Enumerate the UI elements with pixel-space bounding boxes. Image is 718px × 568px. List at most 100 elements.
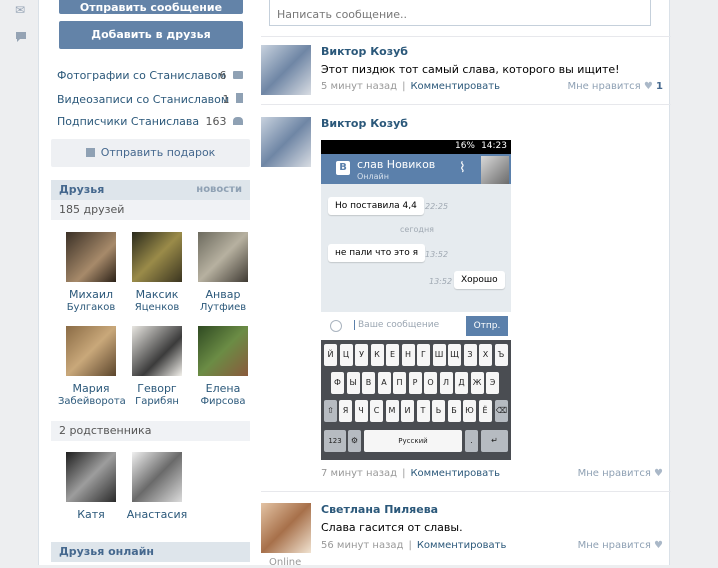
keyboard-key[interactable]: Ф xyxy=(331,372,344,394)
relative-name: Катя xyxy=(77,508,105,521)
wall-post: Виктор Козуб Этот пиздюк тот самый слава… xyxy=(261,45,671,100)
relatives-count[interactable]: 2 родственника xyxy=(51,421,250,441)
keyboard-key[interactable]: Ч xyxy=(354,400,368,422)
friend-card[interactable]: Максик Яценков xyxy=(124,232,190,314)
keyboard-key[interactable]: Д xyxy=(455,372,468,394)
friends-count[interactable]: 185 друзей xyxy=(51,200,250,220)
post-time[interactable]: 7 минут назад xyxy=(321,468,397,479)
keyboard-key[interactable]: Т xyxy=(416,400,430,422)
keyboard-key[interactable]: Ж xyxy=(470,372,484,394)
keyboard-key[interactable]: Я xyxy=(339,400,352,422)
relative-photo[interactable] xyxy=(66,452,116,502)
relative-photo[interactable] xyxy=(132,452,182,502)
keyboard-key[interactable]: Р xyxy=(408,372,422,394)
keyboard-key[interactable]: Щ xyxy=(448,344,461,366)
add-friend-button[interactable]: Добавить в друзья xyxy=(59,21,243,49)
friend-photo[interactable] xyxy=(132,232,182,282)
photos-with-link[interactable]: Фотографии со Станиславом 6 xyxy=(57,69,243,85)
keyboard-key[interactable]: К xyxy=(370,344,384,366)
period-key[interactable]: . xyxy=(465,430,478,452)
chat-icon[interactable] xyxy=(15,31,29,43)
keyboard-key[interactable]: Н xyxy=(401,344,415,366)
keyboard-key[interactable]: Г xyxy=(417,344,430,366)
keyboard-key[interactable]: Л xyxy=(439,372,453,394)
friend-card[interactable]: Анвар Лутфиев xyxy=(190,232,256,314)
post-time[interactable]: 56 минут назад xyxy=(321,540,403,551)
keyboard-key[interactable]: М xyxy=(385,400,399,422)
wall-post: Светлана Пиляева Слава гасится от славы.… xyxy=(261,503,671,563)
post-time[interactable]: 5 минут назад xyxy=(321,81,397,92)
post-author[interactable]: Виктор Козуб xyxy=(321,45,408,58)
send-message-button[interactable]: Отправить сообщение xyxy=(59,0,243,14)
friends-title[interactable]: Друзья xyxy=(59,180,104,200)
keyboard-key[interactable]: Б xyxy=(447,400,461,422)
friend-first-name: Михаил xyxy=(68,288,114,301)
online-friends-title[interactable]: Друзья онлайн xyxy=(59,542,154,562)
friend-photo[interactable] xyxy=(66,232,116,282)
keyboard-key[interactable]: Е xyxy=(386,344,399,366)
relatives-count-text: 2 родственника xyxy=(59,424,152,437)
post-author[interactable]: Светлана Пиляева xyxy=(321,503,438,516)
post-author[interactable]: Виктор Козуб xyxy=(321,117,408,130)
post-avatar[interactable] xyxy=(261,45,311,95)
space-key[interactable]: Русский xyxy=(364,430,462,452)
keyboard-key[interactable]: О xyxy=(424,372,437,394)
relative-card[interactable]: Катя xyxy=(58,452,124,521)
keyboard-key[interactable]: С xyxy=(370,400,383,422)
keyboard-key[interactable]: А xyxy=(377,372,391,394)
like-button[interactable]: Мне нравится ♥ xyxy=(578,540,663,551)
keyboard-key[interactable]: Ь xyxy=(432,400,445,422)
keyboard-key[interactable]: В xyxy=(362,372,375,394)
shift-key[interactable]: ⇧ xyxy=(324,400,337,422)
wall-composer[interactable]: Написать сообщение.. xyxy=(269,0,651,26)
comment-link[interactable]: Комментировать xyxy=(410,81,500,92)
post-meta: 5 минут назад | Комментировать xyxy=(321,81,500,92)
keyboard-key[interactable]: Ё xyxy=(478,400,492,422)
keyboard-key[interactable]: Ю xyxy=(463,400,476,422)
symbols-key[interactable]: 123 Sym xyxy=(324,430,346,460)
friend-photo[interactable] xyxy=(198,326,248,376)
friends-news-tab[interactable]: новости xyxy=(196,180,242,200)
keyboard-key[interactable]: Ы xyxy=(346,372,360,394)
keyboard-key[interactable]: Ъ xyxy=(494,344,508,366)
mail-icon[interactable]: ✉ xyxy=(15,4,29,16)
like-button[interactable]: Мне нравится ♥ 1 xyxy=(567,81,663,92)
keyboard-key[interactable]: Э xyxy=(486,372,499,394)
message-text: Хорошо xyxy=(461,275,498,285)
keyboard-key[interactable]: У xyxy=(355,344,368,366)
followers-link[interactable]: Подписчики Станислава 163 xyxy=(57,115,243,131)
send-button[interactable]: Отпр. xyxy=(466,316,508,336)
like-button[interactable]: Мне нравится ♥ xyxy=(578,468,663,479)
comment-link[interactable]: Комментировать xyxy=(410,468,500,479)
send-gift-button[interactable]: Отправить подарок xyxy=(51,139,250,167)
keyboard-key[interactable]: Ц xyxy=(339,344,353,366)
friend-card[interactable]: Геворг Гарибян xyxy=(124,326,190,408)
videos-with-label: Видеозаписи со Станиславом xyxy=(57,93,230,106)
keyboard-key[interactable]: Х xyxy=(479,344,492,366)
photos-with-label: Фотографии со Станиславом xyxy=(57,69,226,82)
keyboard-key[interactable]: П xyxy=(393,372,406,394)
backspace-key[interactable]: ⌫ xyxy=(495,400,508,422)
keyboard-key[interactable]: Ш xyxy=(432,344,446,366)
friend-last-name: Яценков xyxy=(134,302,180,313)
friend-card[interactable]: Елена Фирсова xyxy=(190,326,256,408)
friend-photo[interactable] xyxy=(132,326,182,376)
friend-photo[interactable] xyxy=(66,326,116,376)
comment-link[interactable]: Комментировать xyxy=(417,540,507,551)
settings-key[interactable]: ⚙ xyxy=(348,430,361,452)
friend-photo[interactable] xyxy=(198,232,248,282)
post-avatar[interactable] xyxy=(261,117,311,167)
friends-count-text: 185 друзей xyxy=(59,203,125,216)
keyboard-key[interactable]: Й xyxy=(324,344,337,366)
videos-with-link[interactable]: Видеозаписи со Станиславом 1 xyxy=(57,93,243,109)
enter-key[interactable]: ↵ xyxy=(481,430,508,452)
post-avatar[interactable] xyxy=(261,503,311,553)
relative-card[interactable]: Анастасия xyxy=(124,452,190,521)
chat-header: B слав Новиков Онлайн ⌇ xyxy=(321,154,511,184)
attached-screenshot[interactable]: 16% 14:23 B слав Новиков Онлайн ⌇ Но пос… xyxy=(321,140,511,460)
keyboard-key[interactable]: И xyxy=(401,400,414,422)
friend-card[interactable]: Михаил Булгаков xyxy=(58,232,124,314)
keyboard-key[interactable]: З xyxy=(463,344,477,366)
chat-input[interactable]: Ваше сообщение xyxy=(354,320,439,330)
friend-card[interactable]: Мария Забейворота xyxy=(58,326,126,408)
